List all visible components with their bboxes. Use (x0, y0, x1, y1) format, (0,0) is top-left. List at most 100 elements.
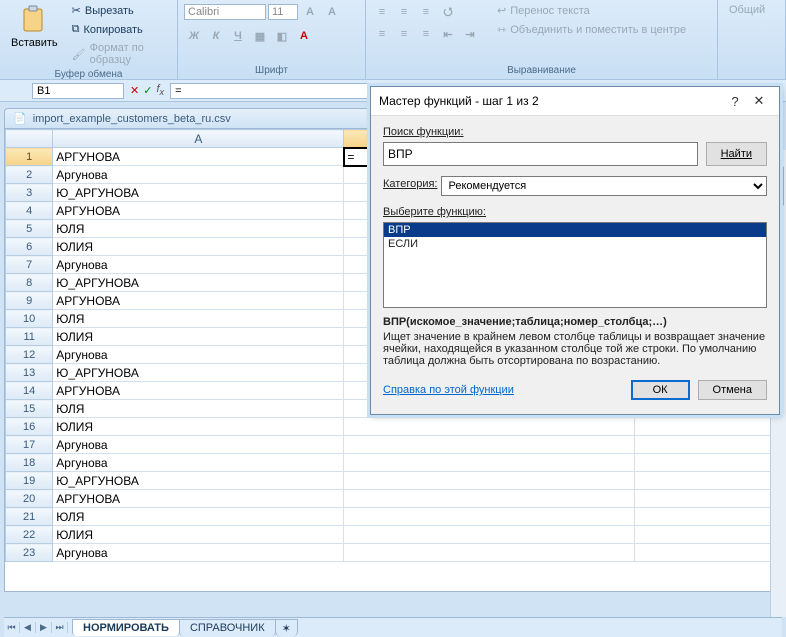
help-link[interactable]: Справка по этой функции (383, 384, 623, 396)
indent-dec-icon[interactable]: ⇤ (438, 24, 458, 44)
grow-font-icon[interactable]: A (300, 2, 320, 22)
cell[interactable]: Аргунова (53, 346, 344, 364)
cut-button[interactable]: ✂Вырезать (67, 2, 171, 19)
italic-button[interactable]: К (206, 26, 226, 46)
orientation-icon[interactable]: ⭯ (438, 2, 458, 22)
row-header[interactable]: 12 (6, 346, 53, 364)
row-header[interactable]: 6 (6, 238, 53, 256)
font-color-button[interactable]: A (294, 26, 314, 46)
cell[interactable]: ЮЛЯ (53, 400, 344, 418)
copy-button[interactable]: ⧉Копировать (67, 21, 171, 38)
ok-button[interactable]: ОК (631, 380, 690, 400)
cell[interactable]: ЮЛИЯ (53, 328, 344, 346)
font-size-combo[interactable]: 11 (268, 4, 298, 20)
cell[interactable] (635, 454, 781, 472)
search-input[interactable] (383, 142, 698, 166)
tab-nav-last-icon[interactable]: ⏭ (52, 622, 68, 633)
cell[interactable] (344, 508, 635, 526)
cell[interactable] (344, 490, 635, 508)
cell[interactable]: Ю_АРГУНОВА (53, 274, 344, 292)
fx-icon[interactable]: fx (156, 83, 164, 97)
cell[interactable]: Аргунова (53, 544, 344, 562)
close-icon[interactable]: ✕ (747, 93, 771, 109)
cancel-formula-icon[interactable]: ✕ (130, 84, 139, 97)
cell[interactable] (635, 544, 781, 562)
cell[interactable]: ЮЛИЯ (53, 238, 344, 256)
cell[interactable] (344, 418, 635, 436)
name-box[interactable]: B1 (32, 83, 124, 99)
cell[interactable]: Ю_АРГУНОВА (53, 364, 344, 382)
align-top-icon[interactable]: ≡ (372, 2, 392, 22)
cell[interactable] (635, 490, 781, 508)
cell[interactable]: ЮЛЯ (53, 508, 344, 526)
find-button[interactable]: Найти (706, 142, 767, 166)
border-button[interactable]: ▦ (250, 26, 270, 46)
cell[interactable] (635, 508, 781, 526)
align-bottom-icon[interactable]: ≡ (416, 2, 436, 22)
cell[interactable]: Ю_АРГУНОВА (53, 472, 344, 490)
cell[interactable]: Аргунова (53, 436, 344, 454)
shrink-font-icon[interactable]: A (322, 2, 342, 22)
cell[interactable]: АРГУНОВА (53, 490, 344, 508)
cell[interactable]: Аргунова (53, 454, 344, 472)
cell[interactable]: ЮЛИЯ (53, 526, 344, 544)
align-right-icon[interactable]: ≡ (416, 24, 436, 44)
row-header[interactable]: 13 (6, 364, 53, 382)
cell[interactable] (344, 526, 635, 544)
help-button[interactable]: ? (723, 94, 747, 109)
cell[interactable]: Аргунова (53, 256, 344, 274)
cancel-button[interactable]: Отмена (698, 380, 767, 400)
row-header[interactable]: 9 (6, 292, 53, 310)
align-left-icon[interactable]: ≡ (372, 24, 392, 44)
row-header[interactable]: 16 (6, 418, 53, 436)
cell[interactable] (635, 436, 781, 454)
indent-inc-icon[interactable]: ⇥ (460, 24, 480, 44)
row-header[interactable]: 4 (6, 202, 53, 220)
cell[interactable]: АРГУНОВА (53, 202, 344, 220)
row-header[interactable]: 5 (6, 220, 53, 238)
row-header[interactable]: 18 (6, 454, 53, 472)
category-select[interactable]: Рекомендуется (441, 176, 767, 196)
format-painter-button[interactable]: 🖌Формат по образцу (67, 40, 171, 68)
row-header[interactable]: 17 (6, 436, 53, 454)
row-header[interactable]: 21 (6, 508, 53, 526)
function-list[interactable]: ВПРЕСЛИ (383, 222, 767, 308)
new-sheet-button[interactable]: ✶ (275, 619, 298, 637)
row-header[interactable]: 1 (6, 148, 53, 166)
sheet-tab[interactable]: СПРАВОЧНИК (179, 619, 276, 636)
tab-nav-first-icon[interactable]: ⏮ (4, 622, 20, 633)
cell[interactable]: АРГУНОВА (53, 148, 344, 166)
row-header[interactable]: 8 (6, 274, 53, 292)
cell[interactable] (635, 418, 781, 436)
paste-button[interactable]: Вставить (6, 2, 63, 52)
tab-nav-prev-icon[interactable]: ◀ (20, 622, 36, 633)
sheet-tab-active[interactable]: НОРМИРОВАТЬ (72, 619, 180, 636)
row-header[interactable]: 2 (6, 166, 53, 184)
cell[interactable]: Ю_АРГУНОВА (53, 184, 344, 202)
confirm-formula-icon[interactable]: ✓ (143, 84, 152, 97)
cell[interactable]: Аргунова (53, 166, 344, 184)
row-header[interactable]: 15 (6, 400, 53, 418)
row-header[interactable]: 20 (6, 490, 53, 508)
cell[interactable]: АРГУНОВА (53, 382, 344, 400)
row-header[interactable]: 10 (6, 310, 53, 328)
fill-color-button[interactable]: ◧ (272, 26, 292, 46)
row-header[interactable]: 22 (6, 526, 53, 544)
cell[interactable]: ЮЛЯ (53, 310, 344, 328)
column-header[interactable]: A (53, 130, 344, 148)
function-list-item[interactable]: ВПР (384, 223, 766, 237)
cell[interactable]: ЮЛИЯ (53, 418, 344, 436)
cell[interactable] (344, 472, 635, 490)
row-header[interactable]: 14 (6, 382, 53, 400)
row-header[interactable]: 19 (6, 472, 53, 490)
row-header[interactable]: 23 (6, 544, 53, 562)
dialog-titlebar[interactable]: Мастер функций - шаг 1 из 2 ? ✕ (371, 87, 779, 116)
cell[interactable] (635, 526, 781, 544)
function-list-item[interactable]: ЕСЛИ (384, 237, 766, 251)
row-header[interactable]: 3 (6, 184, 53, 202)
number-format-combo[interactable]: Общий (724, 2, 779, 18)
cell[interactable] (635, 472, 781, 490)
row-header[interactable]: 7 (6, 256, 53, 274)
merge-center-button[interactable]: ⇿Объединить и поместить в центре (492, 21, 691, 38)
align-center-icon[interactable]: ≡ (394, 24, 414, 44)
